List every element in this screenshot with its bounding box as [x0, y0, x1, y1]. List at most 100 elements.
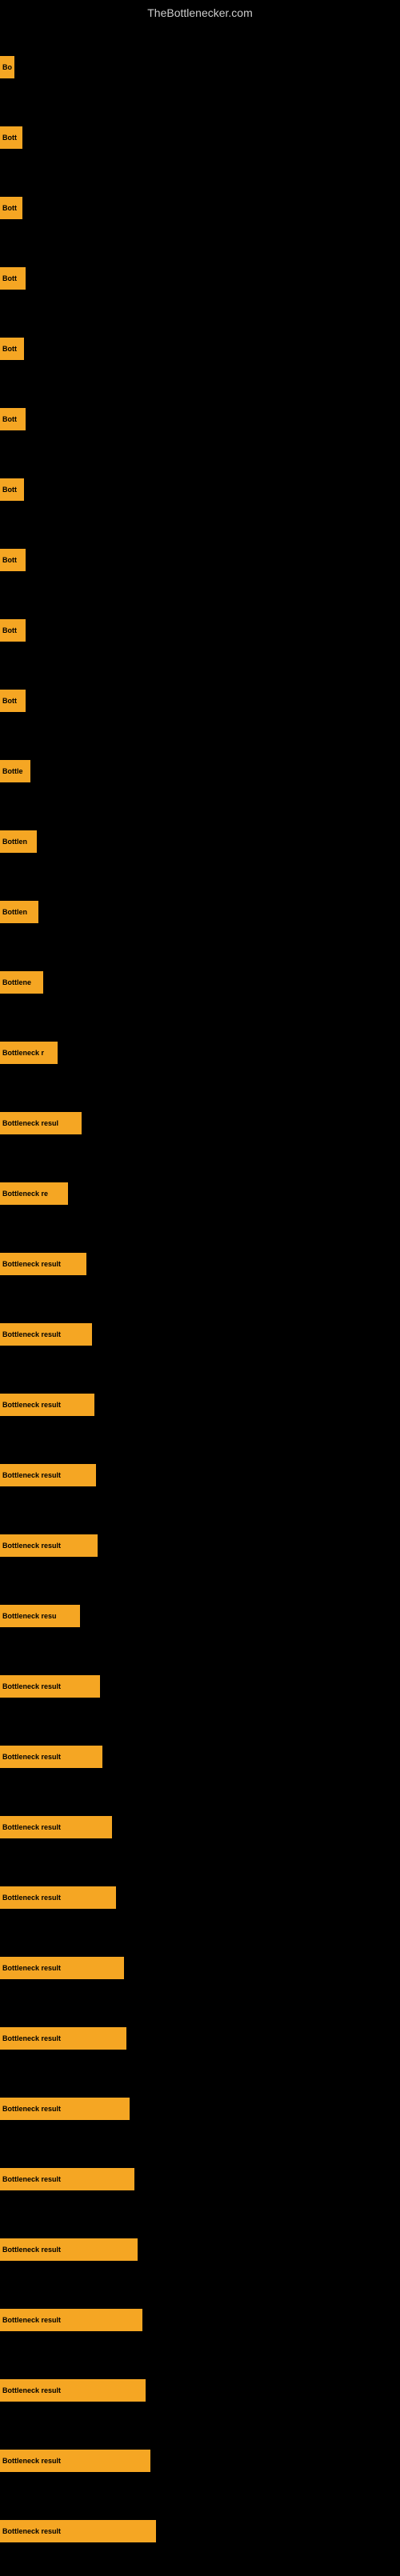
bottleneck-bar: Bottleneck result: [0, 2309, 142, 2331]
bar-row: Bott: [0, 611, 400, 675]
bar-row: Bott: [0, 541, 400, 605]
bottleneck-bar: Bottleneck result: [0, 1675, 100, 1698]
bar-row: Bottleneck result: [0, 1245, 400, 1309]
bar-label: Bottle: [2, 767, 23, 775]
bottleneck-bar: Bottleneck result: [0, 2027, 126, 2050]
bar-label: Bottlen: [2, 838, 27, 846]
site-title: TheBottlenecker.com: [0, 0, 400, 22]
bar-row: Bo: [0, 48, 400, 112]
bar-row: Bott: [0, 400, 400, 464]
bottleneck-bar: Bottleneck result: [0, 2238, 138, 2261]
bottleneck-bar: Bottleneck result: [0, 2379, 146, 2402]
bottleneck-bar: Bottleneck result: [0, 1464, 96, 1486]
bottleneck-bar: Bott: [0, 338, 24, 360]
bottleneck-bar: Bottleneck result: [0, 2450, 150, 2472]
bar-row: Bottleneck result: [0, 1949, 400, 2013]
bar-label: Bott: [2, 626, 17, 634]
bar-row: Bottleneck result: [0, 1878, 400, 1942]
bottleneck-bar: Bott: [0, 197, 22, 219]
bar-row: Bottleneck resu: [0, 1597, 400, 1661]
bottleneck-bar: Bott: [0, 619, 26, 642]
bar-label: Bott: [2, 415, 17, 423]
bar-row: Bottleneck result: [0, 1808, 400, 1872]
bar-row: Bottleneck r: [0, 1034, 400, 1098]
bar-label: Bottleneck resul: [2, 1119, 58, 1127]
bar-label: Bottleneck result: [2, 1330, 61, 1338]
bottleneck-bar: Bottleneck r: [0, 1042, 58, 1064]
bar-label: Bottleneck result: [2, 2105, 61, 2113]
bar-row: Bott: [0, 682, 400, 746]
bar-label: Bott: [2, 556, 17, 564]
bar-label: Bottlene: [2, 978, 31, 986]
bottleneck-bar: Bottleneck re: [0, 1182, 68, 1205]
bar-label: Bottleneck result: [2, 1471, 61, 1479]
bottleneck-bar: Bottleneck result: [0, 1886, 116, 1909]
bar-row: Bott: [0, 189, 400, 253]
bar-row: Bottleneck result: [0, 1526, 400, 1590]
bar-label: Bottleneck result: [2, 1260, 61, 1268]
bar-row: Bottleneck result: [0, 2160, 400, 2224]
bar-row: Bottleneck result: [0, 1456, 400, 1520]
bottleneck-bar: Bottleneck result: [0, 2168, 134, 2190]
bar-label: Bott: [2, 486, 17, 494]
bar-label: Bott: [2, 345, 17, 353]
bar-label: Bottleneck result: [2, 2034, 61, 2042]
bar-label: Bottleneck r: [2, 1049, 44, 1057]
bar-row: Bott: [0, 330, 400, 394]
bottleneck-bar: Bott: [0, 690, 26, 712]
bar-label: Bottleneck result: [2, 2316, 61, 2324]
bottleneck-bar: Bo: [0, 56, 14, 78]
bottleneck-bar: Bott: [0, 549, 26, 571]
bar-row: Bottleneck result: [0, 1738, 400, 1802]
bar-row: Bottleneck result: [0, 2090, 400, 2154]
bar-label: Bott: [2, 204, 17, 212]
bar-label: Bottleneck result: [2, 2527, 61, 2535]
bar-row: Bottleneck result: [0, 2230, 400, 2294]
bar-row: Bottlene: [0, 963, 400, 1027]
bar-label: Bottleneck result: [2, 1753, 61, 1761]
bar-row: Bottleneck result: [0, 1315, 400, 1379]
bar-label: Bott: [2, 697, 17, 705]
bottleneck-bar: Bottleneck resu: [0, 1605, 80, 1627]
bar-label: Bottleneck result: [2, 2246, 61, 2254]
bar-label: Bottleneck resu: [2, 1612, 57, 1620]
bottleneck-bar: Bottleneck result: [0, 1323, 92, 1346]
bar-label: Bottleneck result: [2, 1894, 61, 1902]
bar-label: Bottleneck result: [2, 1542, 61, 1550]
bottleneck-bar: Bottleneck result: [0, 1816, 112, 1838]
bar-row: Bott: [0, 118, 400, 182]
bottleneck-bar: Bottleneck result: [0, 1957, 124, 1979]
bar-label: Bottleneck re: [2, 1190, 48, 1198]
bottleneck-bar: Bottle: [0, 760, 30, 782]
bottleneck-bar: Bottleneck result: [0, 2520, 156, 2542]
bar-label: Bo: [2, 63, 12, 71]
bar-row: Bott: [0, 470, 400, 534]
bar-label: Bottleneck result: [2, 1964, 61, 1972]
bar-row: Bottleneck resul: [0, 1104, 400, 1168]
bar-label: Bott: [2, 274, 17, 282]
bar-row: Bottlen: [0, 893, 400, 957]
bar-row: Bottleneck result: [0, 2019, 400, 2083]
bottleneck-bar: Bottleneck result: [0, 1746, 102, 1768]
bottleneck-bar: Bottleneck resul: [0, 1112, 82, 1134]
bottleneck-bar: Bottleneck result: [0, 1394, 94, 1416]
bottleneck-bar: Bott: [0, 478, 24, 501]
bar-label: Bottleneck result: [2, 1823, 61, 1831]
bar-row: Bottleneck result: [0, 1386, 400, 1450]
bar-row: Bottleneck result: [0, 2512, 400, 2576]
bar-row: Bottleneck re: [0, 1174, 400, 1238]
bottleneck-bar: Bottlen: [0, 830, 37, 853]
bar-row: Bottleneck result: [0, 2301, 400, 2365]
bottleneck-bar: Bottleneck result: [0, 2098, 130, 2120]
bar-label: Bottleneck result: [2, 2175, 61, 2183]
bottleneck-bar: Bott: [0, 267, 26, 290]
bar-label: Bottleneck result: [2, 1682, 61, 1690]
bottleneck-bar: Bottleneck result: [0, 1534, 98, 1557]
bar-row: Bottle: [0, 752, 400, 816]
bottleneck-bar: Bottlene: [0, 971, 43, 994]
bar-row: Bott: [0, 259, 400, 323]
bar-label: Bott: [2, 134, 17, 142]
bar-label: Bottleneck result: [2, 1401, 61, 1409]
bar-row: Bottleneck result: [0, 2442, 400, 2506]
bar-label: Bottleneck result: [2, 2386, 61, 2394]
